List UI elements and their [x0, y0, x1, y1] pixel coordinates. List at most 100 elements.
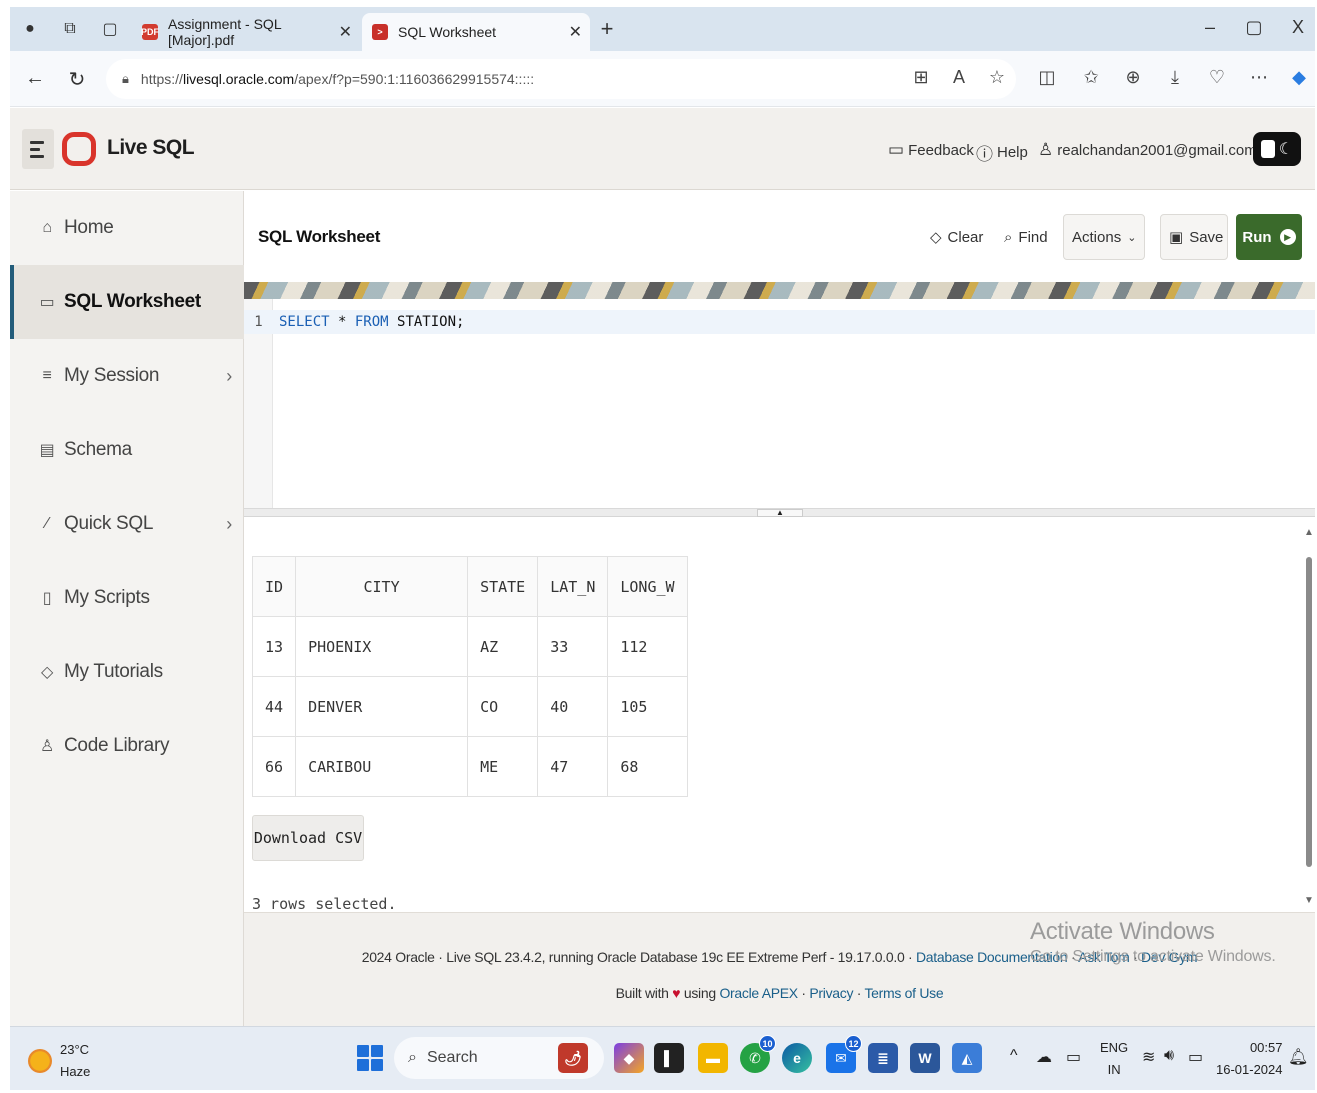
chevron-right-icon: › — [226, 365, 232, 386]
theme-toggle[interactable]: ☾ — [1253, 132, 1301, 166]
profile-icon[interactable]: ● — [18, 17, 42, 41]
feedback-link[interactable]: ▭ Feedback — [888, 140, 974, 160]
url-host: livesql.oracle.com — [182, 71, 295, 87]
user-menu[interactable]: ♙ realchandan2001@gmail.com ⌄ — [1038, 140, 1273, 160]
collections-icon[interactable]: ⊕ — [1120, 67, 1146, 88]
volume-icon[interactable]: 🔊︎ — [1164, 1047, 1174, 1065]
url-field[interactable]: 🔒︎ https://livesql.oracle.com/apex/f?p=5… — [106, 59, 1016, 99]
tab-actions-icon[interactable]: ▢ — [98, 17, 122, 41]
file-explorer-icon[interactable]: ▬ — [698, 1043, 728, 1073]
url-prefix: https:// — [140, 71, 183, 87]
close-tab-icon[interactable]: ✕ — [569, 22, 582, 42]
run-button[interactable]: Run ▶ — [1236, 214, 1302, 260]
weather-condition: Haze — [60, 1064, 91, 1079]
find-label: Find — [1018, 228, 1048, 246]
oracle-apex-link[interactable]: Oracle APEX — [719, 985, 798, 1001]
app-available-icon[interactable]: ⊞ — [908, 67, 934, 88]
sidebar-item-schema[interactable]: ▤ Schema — [10, 413, 244, 487]
play-icon: ▶ — [1279, 229, 1296, 245]
start-button[interactable] — [357, 1045, 383, 1071]
tab-assignment-pdf[interactable]: PDF Assignment - SQL [Major].pdf ✕ — [132, 13, 360, 51]
menu-toggle-button[interactable] — [22, 129, 54, 169]
sidebar-item-my-session[interactable]: ≡ My Session › — [10, 339, 244, 413]
wifi-icon[interactable]: ≋ — [1142, 1047, 1155, 1067]
cell-lat-n: 47 — [537, 736, 609, 797]
results-scrollbar[interactable]: ▲ ▼ — [1303, 527, 1315, 912]
table-row: 13 PHOENIX AZ 33 112 — [251, 616, 688, 677]
sidebar-item-sql-worksheet[interactable]: ▭ SQL Worksheet — [10, 265, 244, 339]
code-line[interactable]: 1 SELECT * FROM STATION; — [244, 310, 1315, 334]
downloads-icon[interactable]: ⤓ — [1162, 67, 1188, 88]
graduation-icon: ◇ — [40, 664, 53, 681]
sidebar-item-home[interactable]: ⌂ Home — [10, 191, 244, 265]
cell-lat-n: 33 — [537, 616, 609, 677]
whatsapp-icon[interactable]: ✆ 10 — [740, 1035, 776, 1073]
tab-sql-worksheet[interactable]: > SQL Worksheet ✕ — [362, 13, 590, 51]
save-button[interactable]: ▣ Save — [1160, 214, 1228, 260]
terminal-app-icon[interactable]: ▌ — [654, 1043, 684, 1073]
refresh-icon[interactable]: ↻ — [64, 67, 90, 92]
help-link[interactable]: ⓘ Help — [976, 140, 1028, 165]
restore-button[interactable]: ▢ — [1242, 17, 1266, 38]
app-title[interactable]: Live SQL — [107, 136, 195, 160]
notification-badge: 12 — [845, 1035, 862, 1052]
find-button[interactable]: ⌕ Find — [996, 214, 1056, 260]
favorites-icon[interactable]: ✩ — [1078, 67, 1104, 88]
tab-bar: ● ⧉ ▢ PDF Assignment - SQL [Major].pdf ✕… — [10, 7, 1315, 51]
tab-title: Assignment - SQL [Major].pdf — [168, 16, 282, 48]
cell-city: DENVER — [295, 676, 469, 737]
database-icon: ▤ — [39, 442, 55, 459]
chilli-app-icon[interactable]: 🌶︎ — [558, 1043, 588, 1073]
word-icon[interactable]: W — [910, 1043, 940, 1073]
taskbar-search-label: Search — [426, 1049, 478, 1066]
show-hidden-icons-icon[interactable]: ^ — [1010, 1047, 1018, 1065]
sidebar-item-my-tutorials[interactable]: ◇ My Tutorials — [10, 635, 244, 709]
edge-browser-icon[interactable]: e — [782, 1043, 812, 1073]
more-options-icon[interactable]: ⋯ — [1246, 67, 1272, 88]
code-table-name: STATION; — [388, 314, 465, 330]
mail-icon[interactable]: ✉ 12 — [826, 1035, 862, 1073]
split-screen-icon[interactable]: ◫ — [1034, 67, 1060, 88]
sidebar-item-my-scripts[interactable]: ▯ My Scripts — [10, 561, 244, 635]
sidebar-item-code-library[interactable]: ♙ Code Library — [10, 709, 244, 783]
built-with-text: Built with — [615, 985, 673, 1001]
splitter-handle-icon[interactable]: ▲ — [757, 509, 803, 517]
copilot-icon[interactable]: ◆ — [1286, 67, 1312, 88]
weather-widget[interactable]: 23°C Haze — [28, 1039, 90, 1083]
save-label: Save — [1189, 228, 1224, 246]
pane-splitter[interactable]: ▲ — [244, 509, 1315, 517]
feedback-label: Feedback — [908, 141, 974, 159]
tray-app-icon[interactable]: ▭ — [1066, 1047, 1081, 1067]
sidebar-item-quick-sql[interactable]: ⁄ Quick SQL › — [10, 487, 244, 561]
close-tab-icon[interactable]: ✕ — [339, 22, 352, 42]
minimize-button[interactable]: – — [1198, 17, 1222, 38]
photos-icon[interactable]: ◭ — [952, 1043, 982, 1073]
table-header-row: ID CITY STATE LAT_N LONG_W — [251, 556, 688, 617]
language-indicator[interactable]: ENG IN — [1100, 1037, 1128, 1081]
clear-button[interactable]: ◇ Clear — [922, 214, 991, 260]
back-icon[interactable]: ← — [22, 67, 48, 90]
scrollbar-thumb[interactable] — [1306, 557, 1312, 867]
browser-essentials-icon[interactable]: ♡ — [1204, 67, 1230, 88]
terms-of-use-link[interactable]: Terms of Use — [864, 985, 943, 1001]
app-icon[interactable]: ◆ — [614, 1043, 644, 1073]
battery-icon[interactable]: ▭ — [1188, 1047, 1203, 1067]
notepad-icon[interactable]: ≣ — [868, 1043, 898, 1073]
workspaces-icon[interactable]: ⧉ — [58, 17, 82, 41]
privacy-link[interactable]: Privacy — [809, 985, 853, 1001]
download-csv-button[interactable]: Download CSV — [252, 815, 364, 861]
new-tab-button[interactable]: + — [595, 16, 619, 41]
read-aloud-icon[interactable]: A — [946, 67, 972, 88]
scroll-up-icon[interactable]: ▲ — [1304, 527, 1314, 538]
scroll-down-icon[interactable]: ▼ — [1304, 895, 1314, 906]
favorite-star-icon[interactable]: ☆ — [984, 67, 1010, 88]
clock[interactable]: 00:57 16-01-2024 — [1216, 1037, 1283, 1081]
onedrive-icon[interactable]: ☁︎ — [1036, 1047, 1052, 1067]
actions-menu-button[interactable]: Actions ⌄ — [1063, 214, 1145, 260]
oracle-logo-icon[interactable] — [62, 132, 96, 166]
cell-id: 66 — [251, 736, 297, 797]
notification-bell-icon[interactable]: 🔔︎ — [1288, 1047, 1308, 1067]
sql-editor[interactable]: 1 SELECT * FROM STATION; — [244, 299, 1315, 509]
close-window-button[interactable]: X — [1286, 17, 1310, 38]
chevron-down-icon: ⌄ — [1127, 231, 1137, 244]
